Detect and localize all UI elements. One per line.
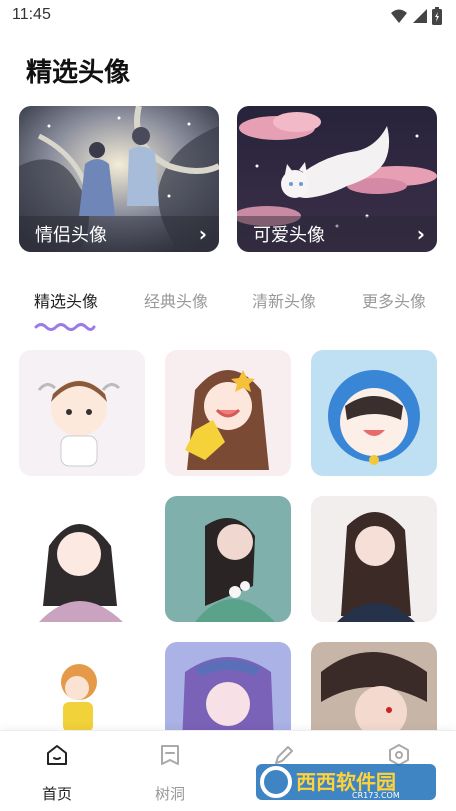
status-icons xyxy=(390,7,442,25)
avatar-image xyxy=(37,380,121,467)
avatar-image xyxy=(337,511,415,622)
tab-classic[interactable]: 经典头像 xyxy=(144,288,208,312)
avatar-thumbnail[interactable] xyxy=(19,350,145,476)
nav-item-home[interactable]: 首页 xyxy=(7,731,107,811)
avatar-thumbnail[interactable] xyxy=(165,496,291,622)
wifi-icon xyxy=(391,9,407,23)
avatar-image xyxy=(185,370,269,470)
avatar-image xyxy=(195,518,275,622)
category-tabs: 精选头像 经典头像 清新头像 更多头像 xyxy=(0,288,456,336)
feature-card-couple[interactable]: 情侣头像 › xyxy=(19,106,219,252)
card-label-bar: 可爱头像 › xyxy=(237,216,437,252)
avatar-image xyxy=(61,664,97,730)
status-bar: 11:45 xyxy=(0,0,456,32)
avatar-image xyxy=(182,657,274,730)
feature-cards: 情侣头像 › 可爱头像 › xyxy=(19,106,437,252)
nav-item-treehole[interactable]: 树洞 xyxy=(120,731,220,811)
battery-icon xyxy=(432,7,442,25)
avatar-thumbnail[interactable] xyxy=(19,496,145,622)
feature-card-cute[interactable]: 可爱头像 › xyxy=(237,106,437,252)
avatar-thumbnail[interactable] xyxy=(165,642,291,730)
watermark-logo: 西西软件园 CR173.COM xyxy=(256,764,436,800)
card-label: 情侣头像 xyxy=(35,225,107,246)
avatar-thumbnail[interactable] xyxy=(165,350,291,476)
avatar-grid xyxy=(19,350,437,730)
signal-icon xyxy=(413,9,427,23)
avatar-thumbnail[interactable] xyxy=(311,496,437,622)
avatar-thumbnail[interactable] xyxy=(19,642,145,730)
chevron-right-icon: › xyxy=(198,222,207,246)
watermark-sub: CR173.COM xyxy=(352,791,400,800)
tab-fresh[interactable]: 清新头像 xyxy=(252,288,316,312)
avatar-thumbnail[interactable] xyxy=(311,642,437,730)
avatar-thumbnail[interactable] xyxy=(311,350,437,476)
tab-active-indicator xyxy=(34,323,96,331)
card-label: 可爱头像 xyxy=(253,225,325,246)
status-time: 11:45 xyxy=(12,6,51,23)
card-label-bar: 情侣头像 › xyxy=(19,216,219,252)
note-icon xyxy=(161,745,179,765)
chevron-right-icon: › xyxy=(416,222,425,246)
avatar-image xyxy=(39,524,123,622)
avatar-image xyxy=(328,370,420,465)
nav-label: 首页 xyxy=(41,785,72,803)
tab-more[interactable]: 更多头像 xyxy=(362,288,426,312)
home-icon xyxy=(47,745,67,765)
avatar-image xyxy=(321,652,427,730)
tab-featured[interactable]: 精选头像 xyxy=(34,288,98,312)
page-title: 精选头像 xyxy=(26,58,131,88)
nav-label: 树洞 xyxy=(154,785,185,803)
